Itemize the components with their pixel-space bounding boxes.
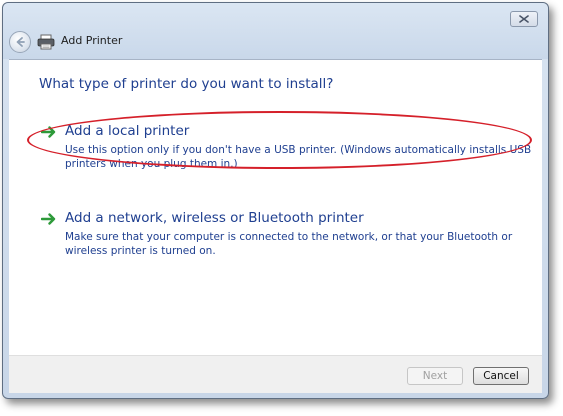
back-arrow-icon xyxy=(16,37,25,47)
window-title: Add Printer xyxy=(61,34,123,47)
page-heading: What type of printer do you want to inst… xyxy=(39,76,334,92)
green-arrow-icon xyxy=(41,213,56,225)
wizard-content: What type of printer do you want to inst… xyxy=(9,59,542,355)
wizard-footer: Next Cancel xyxy=(9,355,542,393)
printer-icon xyxy=(37,34,55,50)
back-button[interactable] xyxy=(9,31,31,53)
add-printer-window: Add Printer What type of printer do you … xyxy=(2,2,549,399)
next-button[interactable]: Next xyxy=(407,367,463,385)
option-description: Make sure that your computer is connecte… xyxy=(65,231,513,257)
cancel-button[interactable]: Cancel xyxy=(473,367,529,385)
title-bar: Add Printer xyxy=(3,3,548,59)
screenshot-background: Add Printer What type of printer do you … xyxy=(0,0,563,416)
option-title[interactable]: Add a network, wireless or Bluetooth pri… xyxy=(65,210,364,226)
close-button[interactable] xyxy=(510,11,538,27)
highlight-annotation xyxy=(27,111,532,169)
close-icon xyxy=(519,15,529,23)
